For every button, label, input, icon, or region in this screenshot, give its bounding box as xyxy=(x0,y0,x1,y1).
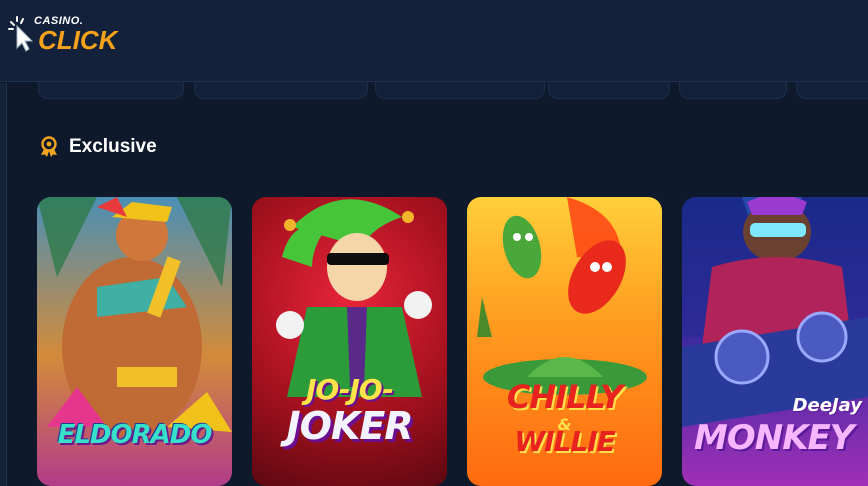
top-header: CASINO. CLICK xyxy=(0,0,868,82)
category-tab[interactable] xyxy=(375,82,545,99)
category-tab[interactable] xyxy=(679,82,787,99)
section-title: Exclusive xyxy=(69,136,157,157)
category-tab[interactable] xyxy=(548,82,670,99)
game-title-top: DeeJay xyxy=(792,395,862,416)
game-title: ELDORADO xyxy=(57,420,213,450)
game-title-top: CHILLY xyxy=(506,378,623,416)
game-card-deejay-monkey[interactable]: DeeJay MONKEY xyxy=(682,197,868,486)
medal-icon xyxy=(41,136,57,157)
game-title-bottom: MONKEY xyxy=(694,418,854,458)
game-card-jojo-joker[interactable]: JO-JO- JOKER xyxy=(252,197,447,486)
category-tabs xyxy=(8,82,868,100)
game-title-bottom: WILLIE xyxy=(514,425,616,458)
game-title-top: JO-JO- xyxy=(306,373,394,406)
category-tab[interactable] xyxy=(38,82,184,99)
category-tab[interactable] xyxy=(796,82,868,99)
sidebar-rail xyxy=(0,83,7,486)
logo-click-text: CLICK xyxy=(38,25,118,55)
casino-click-logo[interactable]: CASINO. CLICK xyxy=(8,12,148,60)
game-title-bottom: JOKER xyxy=(286,404,413,448)
category-tab[interactable] xyxy=(194,82,368,99)
section-header: Exclusive xyxy=(38,134,157,160)
game-card-chilly-willie[interactable]: CHILLY & WILLIE xyxy=(467,197,662,486)
game-card-eldorado[interactable]: ELDORADO xyxy=(37,197,232,486)
